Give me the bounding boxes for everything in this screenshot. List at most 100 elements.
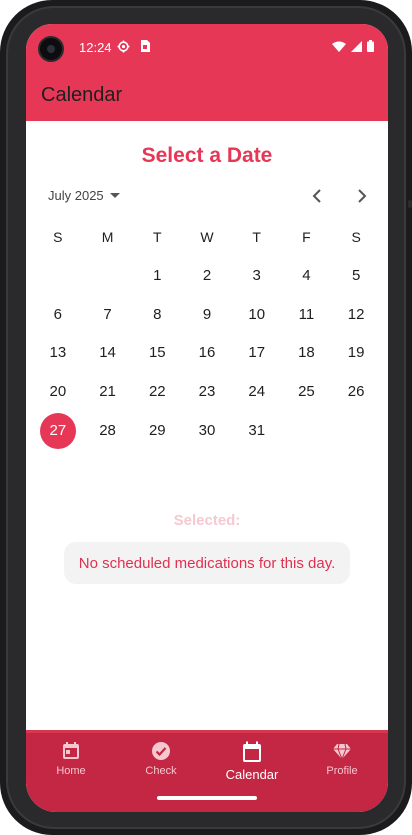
day-number: 11 xyxy=(298,305,315,323)
empty-day-cell xyxy=(33,256,83,295)
day-number: 17 xyxy=(248,344,266,362)
day-cell[interactable]: 2 xyxy=(182,256,232,295)
day-number: 28 xyxy=(99,422,116,440)
day-number: 21 xyxy=(99,383,116,401)
day-cell[interactable]: 25 xyxy=(282,372,332,411)
device-frame: 12:24 Calendar Select a Date July 2025 S… xyxy=(0,0,412,835)
sim-card-icon xyxy=(141,40,150,52)
day-cell[interactable]: 13 xyxy=(33,334,83,373)
day-number: 18 xyxy=(298,344,315,362)
day-cell[interactable]: 26 xyxy=(331,372,381,411)
selected-day-cell[interactable]: 27 xyxy=(33,411,83,450)
day-number: 22 xyxy=(148,383,166,401)
day-number: 14 xyxy=(99,344,116,362)
empty-medications-message: No scheduled medications for this day. xyxy=(64,542,350,584)
day-cell[interactable]: 30 xyxy=(182,411,232,450)
day-number: 12 xyxy=(347,305,365,323)
signal-icon xyxy=(351,40,362,52)
front-camera xyxy=(38,36,64,62)
day-number: 4 xyxy=(302,266,311,284)
calendar-day-grid: 1 2 3 4 5 6 7 8 9 10 11 12 13 14 15 16 17 18 19 20 21 22 23 24 2… xyxy=(33,256,381,450)
day-number: 2 xyxy=(202,266,212,284)
month-year-label: July 2025 xyxy=(48,188,104,203)
day-number: 31 xyxy=(248,422,266,440)
nav-label-profile: Profile xyxy=(326,765,358,777)
nav-label-check: Check xyxy=(145,765,177,777)
day-cell[interactable]: 17 xyxy=(232,334,282,373)
day-cell[interactable]: 29 xyxy=(132,411,182,450)
wifi-icon xyxy=(332,41,346,52)
day-cell[interactable]: 10 xyxy=(232,295,282,334)
dropdown-caret-icon xyxy=(109,193,120,198)
day-cell[interactable]: 18 xyxy=(282,334,332,373)
day-cell[interactable]: 8 xyxy=(132,295,182,334)
day-number: 15 xyxy=(148,344,166,362)
day-number: 10 xyxy=(248,305,266,323)
day-number: 29 xyxy=(148,422,166,440)
day-cell[interactable]: 15 xyxy=(132,334,182,373)
weekday-label: M xyxy=(101,229,114,245)
day-number: 13 xyxy=(49,344,67,362)
nav-label-home: Home xyxy=(56,765,86,777)
day-cell[interactable]: 3 xyxy=(232,256,282,295)
weekday-header: SMTWTFS xyxy=(33,229,381,245)
day-cell[interactable]: 9 xyxy=(182,295,232,334)
day-number: 16 xyxy=(198,344,216,362)
nav-item-calendar[interactable]: Calendar xyxy=(207,733,297,789)
battery-icon xyxy=(367,40,374,52)
page-heading: Select a Date xyxy=(141,144,273,167)
chevron-left-icon xyxy=(312,189,321,203)
calendar-day-icon xyxy=(63,742,79,759)
check-circle-icon xyxy=(152,742,170,760)
day-cell[interactable]: 12 xyxy=(331,295,381,334)
day-number: 19 xyxy=(347,344,365,362)
day-cell[interactable]: 20 xyxy=(33,372,83,411)
day-cell[interactable]: 21 xyxy=(83,372,133,411)
weekday-label: W xyxy=(200,229,214,245)
day-number: 7 xyxy=(103,305,112,323)
day-cell[interactable]: 6 xyxy=(33,295,83,334)
empty-day-cell xyxy=(83,256,133,295)
next-month-button[interactable] xyxy=(350,184,374,208)
day-number: 30 xyxy=(198,422,216,440)
status-indicators xyxy=(332,40,374,52)
day-cell[interactable]: 28 xyxy=(83,411,133,450)
nav-item-check[interactable]: Check xyxy=(116,733,206,789)
weekday-label: T xyxy=(252,229,261,245)
day-cell[interactable]: 19 xyxy=(331,334,381,373)
app-bar-title: Calendar xyxy=(41,84,123,106)
screen: 12:24 Calendar Select a Date July 2025 S… xyxy=(26,24,388,812)
day-cell[interactable]: 11 xyxy=(282,295,332,334)
day-number: 27 xyxy=(39,412,76,449)
nav-item-profile[interactable]: Profile xyxy=(297,733,387,789)
month-year-picker[interactable]: July 2025 xyxy=(48,188,120,203)
day-cell[interactable]: 14 xyxy=(83,334,133,373)
day-cell[interactable]: 4 xyxy=(282,256,332,295)
previous-month-button[interactable] xyxy=(305,184,329,208)
side-button xyxy=(408,200,412,208)
weekday-label: S xyxy=(351,229,361,245)
home-indicator[interactable] xyxy=(157,796,257,800)
day-cell[interactable]: 22 xyxy=(132,372,182,411)
day-cell[interactable]: 24 xyxy=(232,372,282,411)
calendar-icon xyxy=(243,741,261,762)
status-time: 12:24 xyxy=(79,40,112,55)
day-cell[interactable]: 1 xyxy=(132,256,182,295)
day-number: 8 xyxy=(153,305,162,323)
day-number: 9 xyxy=(202,305,212,323)
day-number: 20 xyxy=(49,383,67,401)
day-cell[interactable]: 7 xyxy=(83,295,133,334)
day-number: 6 xyxy=(53,305,63,323)
day-cell[interactable]: 16 xyxy=(182,334,232,373)
nav-item-home[interactable]: Home xyxy=(26,733,116,789)
day-number: 24 xyxy=(248,383,266,401)
weekday-label: S xyxy=(53,229,63,245)
day-number: 26 xyxy=(347,383,365,401)
diamond-icon xyxy=(333,743,351,761)
day-cell[interactable]: 5 xyxy=(331,256,381,295)
day-cell[interactable]: 23 xyxy=(182,372,232,411)
app-bar: Calendar xyxy=(26,70,388,121)
day-cell[interactable]: 31 xyxy=(232,411,282,450)
settings-gear-icon xyxy=(117,40,130,53)
selected-date-label: Selected: xyxy=(173,512,241,529)
